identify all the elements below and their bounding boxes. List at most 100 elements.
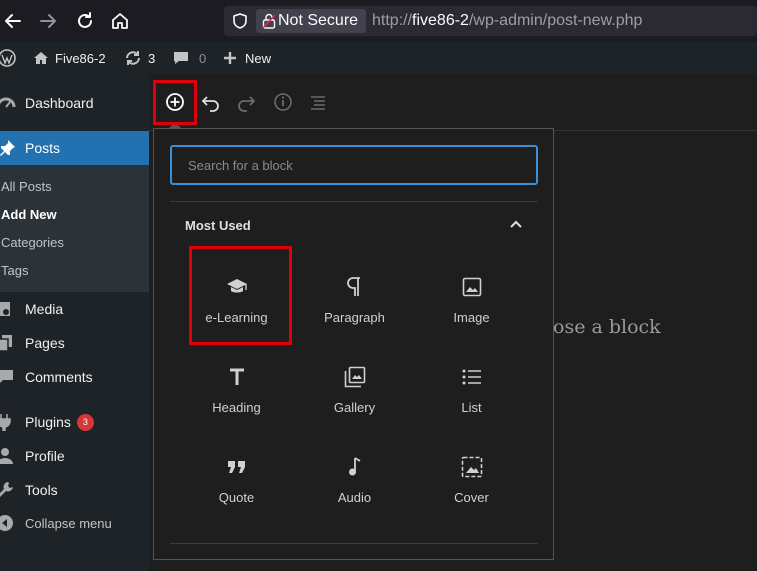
forward-button[interactable] — [37, 10, 59, 32]
cover-icon — [461, 456, 482, 478]
pushpin-icon — [0, 140, 15, 156]
info-icon — [274, 93, 292, 111]
wp-admin-bar: Five86-2 3 0 New — [0, 42, 757, 74]
outline-list-icon — [311, 96, 325, 110]
block-item-paragraph[interactable]: Paragraph — [296, 262, 413, 348]
media-icon — [0, 302, 10, 316]
submenu-all-posts[interactable]: All Posts — [1, 179, 52, 194]
submenu-add-new[interactable]: Add New — [1, 207, 57, 222]
posts-submenu: All Posts Add New Categories Tags — [0, 165, 149, 292]
highlight-inserter-toggle — [153, 80, 197, 125]
sidebar-label-comments: Comments — [25, 369, 93, 385]
block-label: Image — [453, 310, 490, 325]
admin-sidebar: Dashboard Posts All Posts Add New Catego… — [0, 74, 149, 571]
wrench-icon — [0, 482, 13, 497]
address-bar[interactable]: Not Secure http://five86-2/wp-admin/post… — [224, 6, 757, 36]
sidebar-label-tools: Tools — [25, 482, 58, 498]
block-label: Quote — [218, 490, 255, 505]
block-label: Gallery — [333, 400, 376, 415]
editor-toolbar — [149, 74, 757, 131]
sidebar-label-pages: Pages — [25, 335, 65, 351]
list-icon — [462, 369, 481, 385]
sidebar-label-collapse: Collapse menu — [25, 515, 112, 531]
url-path: /wp-admin/post-new.php — [468, 12, 643, 29]
default-block-appender[interactable]: ose a block — [553, 316, 661, 338]
plus-icon — [224, 52, 236, 64]
block-item-list[interactable]: List — [413, 352, 530, 438]
updates-menu[interactable]: 3 — [124, 42, 155, 74]
url-prefix: http:// — [372, 12, 413, 29]
most-used-heading[interactable]: Most Used — [185, 218, 251, 233]
wp-logo-menu[interactable] — [0, 42, 16, 74]
updates-icon — [126, 51, 140, 65]
comments-icon — [0, 370, 13, 383]
heading-icon — [229, 368, 244, 385]
house-icon — [34, 52, 48, 64]
shield-icon[interactable] — [232, 13, 248, 29]
reload-button[interactable] — [74, 10, 96, 32]
collapse-menu-button[interactable]: Collapse menu — [0, 506, 149, 540]
sidebar-label-posts: Posts — [25, 140, 61, 156]
sidebar-label-plugins: Plugins — [25, 414, 71, 430]
sidebar-item-tools[interactable]: Tools — [0, 473, 149, 507]
block-navigation-button[interactable] — [306, 90, 330, 114]
not-secure-badge[interactable]: Not Secure — [256, 9, 367, 33]
sidebar-item-profile[interactable]: Profile — [0, 439, 149, 473]
block-search-input[interactable] — [170, 145, 538, 185]
wordpress-logo-icon — [0, 49, 16, 67]
reload-icon — [78, 12, 92, 28]
user-icon — [0, 448, 13, 464]
redo-button[interactable] — [234, 90, 258, 114]
sidebar-item-comments[interactable]: Comments — [0, 360, 149, 394]
block-label: Heading — [212, 400, 261, 415]
site-name: Five86-2 — [55, 50, 106, 66]
back-button[interactable] — [2, 10, 24, 32]
comment-bubble-icon — [174, 52, 188, 64]
sidebar-label-profile: Profile — [25, 448, 65, 464]
browser-toolbar: Not Secure http://five86-2/wp-admin/post… — [0, 0, 757, 42]
block-item-image[interactable]: Image — [413, 262, 530, 348]
plugins-update-badge: 3 — [76, 413, 94, 431]
url-text[interactable]: http://five86-2/wp-admin/post-new.php — [372, 12, 642, 30]
submenu-tags[interactable]: Tags — [1, 263, 28, 278]
submenu-categories[interactable]: Categories — [1, 235, 64, 250]
highlight-e-learning-block — [189, 246, 292, 345]
plug-icon — [0, 414, 11, 431]
inserter-divider — [170, 201, 538, 202]
sidebar-item-pages[interactable]: Pages — [0, 326, 149, 360]
insecure-lock-icon — [262, 13, 276, 29]
site-name-menu[interactable]: Five86-2 — [33, 42, 106, 74]
block-label: List — [461, 400, 482, 415]
block-label: Audio — [337, 490, 372, 505]
content-info-button[interactable] — [271, 90, 295, 114]
undo-icon — [201, 96, 219, 112]
inserter-bottom-divider — [170, 543, 538, 544]
sidebar-item-plugins[interactable]: Plugins 3 — [0, 405, 149, 439]
redo-icon — [238, 96, 256, 112]
block-item-gallery[interactable]: Gallery — [296, 352, 413, 438]
gallery-icon — [344, 366, 365, 388]
block-label: Cover — [454, 490, 489, 505]
collapse-arrow-icon — [0, 515, 13, 531]
not-secure-label: Not Secure — [278, 12, 359, 29]
new-content-menu[interactable]: New — [223, 42, 271, 74]
updates-count: 3 — [148, 50, 156, 66]
url-host: five86-2 — [412, 12, 469, 29]
comments-menu[interactable]: 0 — [173, 42, 206, 74]
block-item-audio[interactable]: Audio — [296, 442, 413, 528]
chevron-up-icon[interactable] — [509, 217, 523, 231]
block-item-quote[interactable]: Quote — [178, 442, 295, 528]
block-item-heading[interactable]: Heading — [178, 352, 295, 438]
sidebar-item-dashboard[interactable]: Dashboard — [0, 86, 149, 120]
pilcrow-icon — [346, 277, 360, 296]
dashboard-gauge-icon — [0, 97, 16, 108]
block-item-cover[interactable]: Cover — [413, 442, 530, 528]
block-label: Paragraph — [324, 310, 385, 325]
audio-icon — [348, 457, 360, 476]
undo-button[interactable] — [199, 90, 223, 114]
sidebar-item-posts[interactable]: Posts — [0, 131, 149, 165]
quote-icon — [227, 461, 245, 473]
home-button[interactable] — [109, 10, 131, 32]
sidebar-item-media[interactable]: Media — [0, 292, 149, 326]
forward-arrow-icon — [40, 14, 56, 28]
